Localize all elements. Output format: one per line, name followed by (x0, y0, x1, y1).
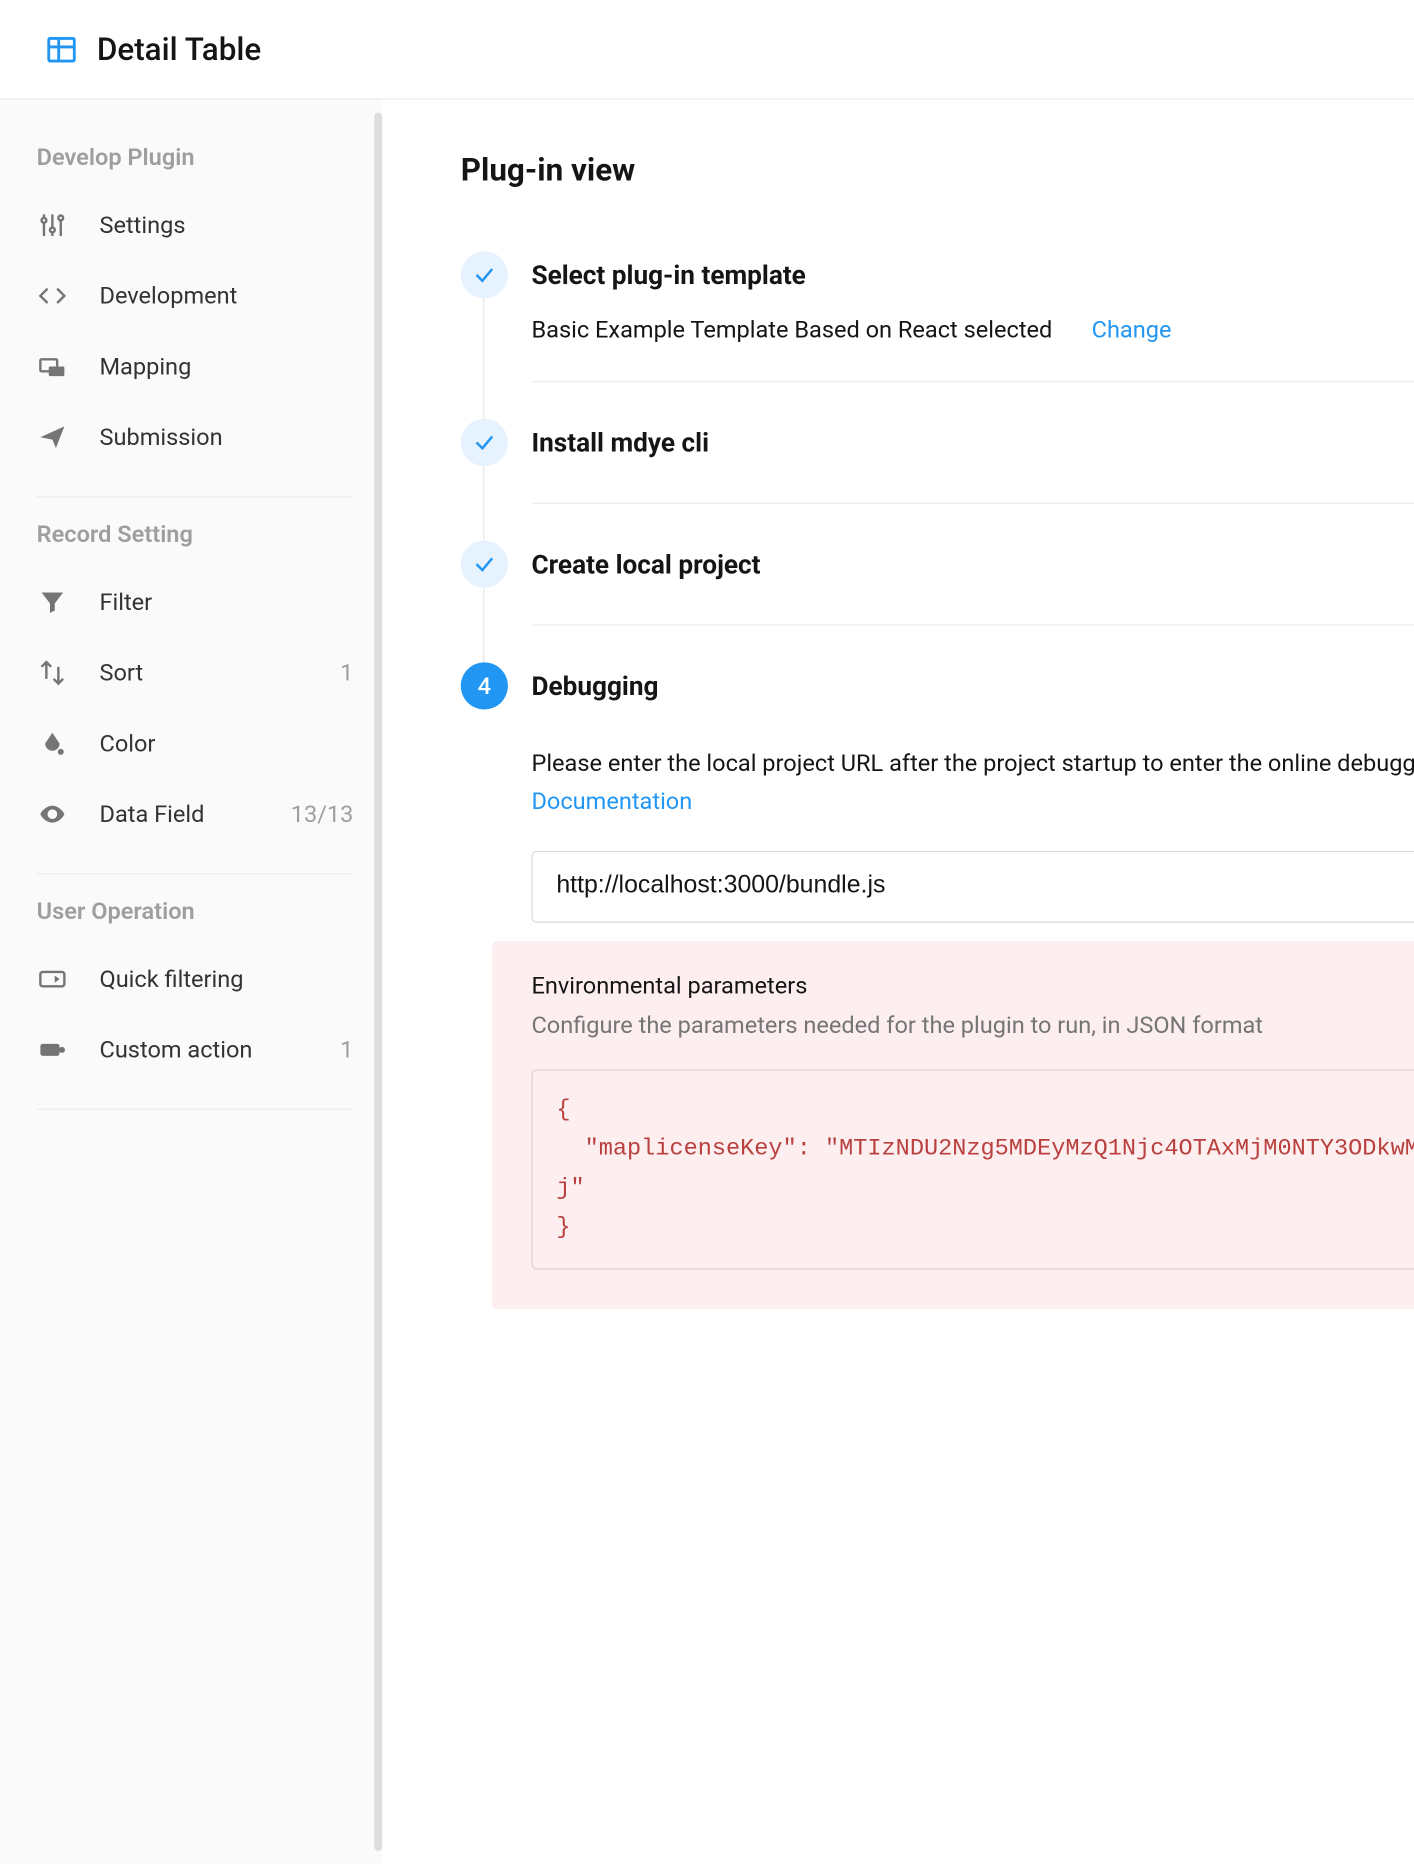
divider (37, 873, 354, 874)
mapping-icon (37, 351, 68, 382)
nav-quick-filtering[interactable]: Quick filtering (37, 944, 354, 1015)
nav-settings[interactable]: Settings (37, 190, 354, 261)
env-title: Environmental parameters (531, 972, 1414, 999)
sliders-icon (37, 209, 68, 240)
step-connector (483, 466, 484, 546)
custom-action-icon (37, 1034, 68, 1065)
step-2: Install mdye cli (461, 419, 1414, 541)
step-1: Select plug-in template Basic Example Te… (461, 251, 1414, 419)
nav-label: Quick filtering (99, 965, 353, 992)
nav-label: Sort (99, 659, 340, 686)
send-icon (37, 421, 68, 452)
divider (531, 503, 1414, 504)
nav-development[interactable]: Development (37, 260, 354, 331)
section-develop-plugin: Develop Plugin (37, 144, 354, 171)
nav-label: Settings (99, 211, 353, 238)
nav-color[interactable]: Color (37, 708, 354, 779)
nav-data-field[interactable]: Data Field 13/13 (37, 779, 354, 850)
page-title: Plug-in view (461, 152, 1414, 189)
color-icon (37, 728, 68, 759)
nav-submission[interactable]: Submission (37, 402, 354, 473)
section-user-operation: User Operation (37, 898, 354, 925)
nav-badge: 1 (340, 1036, 353, 1063)
filter-icon (37, 586, 68, 617)
step-connector (483, 298, 484, 424)
main-content: Plug-in view Select plug-in template Bas… (382, 99, 1414, 1864)
nav-badge: 13/13 (291, 800, 354, 827)
change-link[interactable]: Change (1092, 317, 1172, 344)
nav-mapping[interactable]: Mapping (37, 331, 354, 402)
modal-header: Detail Table (0, 0, 1414, 99)
sidebar: Develop Plugin Settings Devel (0, 99, 382, 1864)
step-title: Create local project (531, 541, 1414, 588)
step-connector (483, 588, 484, 668)
nav-label: Development (99, 282, 353, 309)
nav-badge: 1 (340, 659, 353, 686)
table-icon (45, 32, 79, 66)
nav-label: Submission (99, 423, 353, 450)
sort-icon (37, 657, 68, 688)
step-3: Create local project (461, 541, 1414, 663)
nav-filter[interactable]: Filter (37, 567, 354, 638)
step-title: Debugging (531, 662, 1414, 709)
project-url-input[interactable] (531, 850, 1414, 922)
modal-title: Detail Table (97, 31, 261, 68)
code-icon (37, 280, 68, 311)
nav-label: Filter (99, 588, 353, 615)
divider (531, 624, 1414, 625)
quick-filter-icon (37, 963, 68, 994)
check-icon (461, 419, 508, 466)
step-4: 4 Debugging Please enter the local proje… (461, 662, 1414, 1346)
nav-label: Color (99, 730, 353, 757)
step-description: Please enter the local project URL after… (531, 746, 1414, 821)
divider (37, 496, 354, 497)
nav-sort[interactable]: Sort 1 (37, 637, 354, 708)
modal-body: Develop Plugin Settings Devel (0, 99, 1414, 1864)
divider (37, 1109, 354, 1110)
section-record-setting: Record Setting (37, 521, 354, 548)
step-number: 4 (461, 662, 508, 709)
nav-label: Mapping (99, 353, 353, 380)
nav-custom-action[interactable]: Custom action 1 (37, 1014, 354, 1085)
env-json-input[interactable]: { "maplicenseKey": "MTIzNDU2Nzg5MDEyMzQ1… (531, 1070, 1414, 1270)
eye-icon (37, 798, 68, 829)
nav-label: Custom action (99, 1036, 340, 1063)
steps: Select plug-in template Basic Example Te… (461, 251, 1414, 1346)
check-icon (461, 251, 508, 298)
check-icon (461, 541, 508, 588)
divider (531, 381, 1414, 382)
detail-modal: Detail Table Develop Plugin Settings (0, 0, 1414, 1864)
step-subtitle: Basic Example Template Based on React se… (531, 317, 1052, 344)
env-description: Configure the parameters needed for the … (531, 1007, 1414, 1044)
env-panel: Environmental parameters Configure the p… (492, 941, 1414, 1310)
nav-label: Data Field (99, 800, 290, 827)
step-title: Install mdye cli (531, 419, 1414, 466)
step-title: Select plug-in template (531, 251, 1414, 298)
